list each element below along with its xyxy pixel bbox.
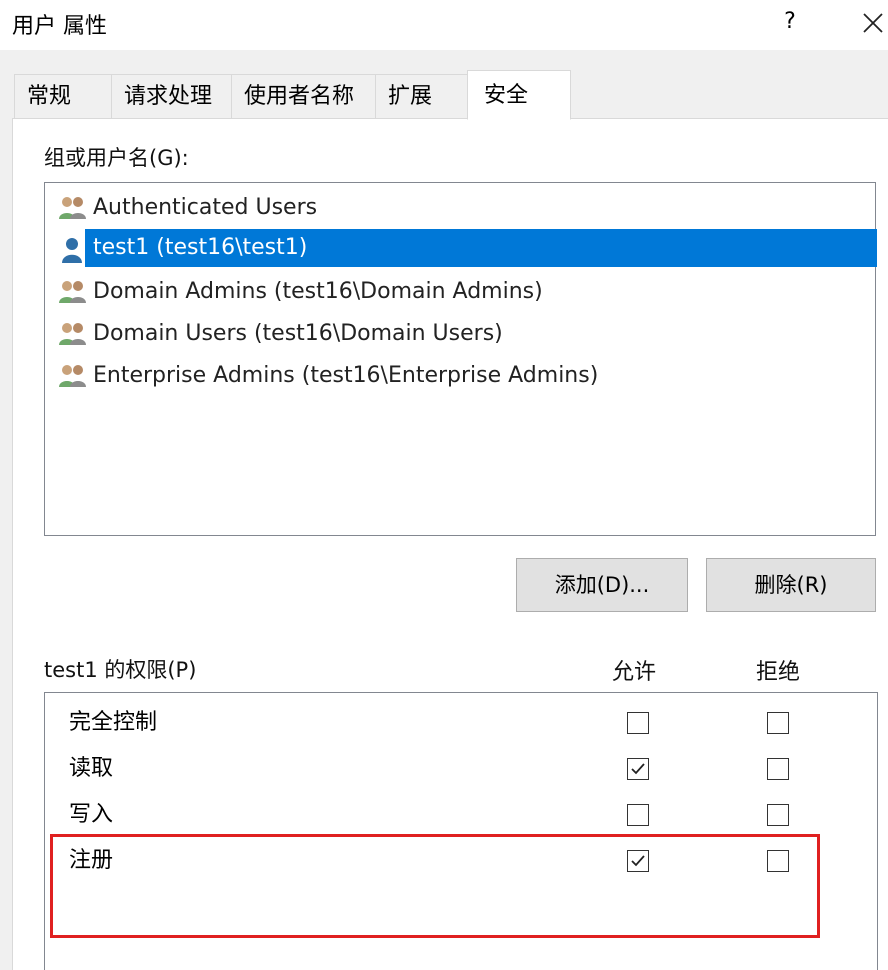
add-button[interactable]: 添加(D)... [516, 558, 688, 612]
remove-button[interactable]: 删除(R) [706, 558, 876, 612]
permission-name: 读取 [69, 756, 114, 781]
principals-listbox[interactable]: Authenticated Users test1 (test16\test1)… [44, 182, 877, 536]
list-item[interactable]: Authenticated Users [53, 189, 873, 227]
user-icon [62, 238, 82, 263]
highlight-box [50, 834, 820, 938]
allow-checkbox-read[interactable] [627, 758, 649, 780]
tab-general[interactable]: 常规 [14, 74, 112, 118]
tab-security[interactable]: 安全 [467, 70, 571, 120]
deny-checkbox-full-control[interactable] [767, 712, 789, 734]
deny-checkbox-write[interactable] [767, 804, 789, 826]
principal-name: test1 (test16\test1) [93, 235, 308, 260]
group-icon [59, 365, 86, 387]
allow-checkbox-write[interactable] [627, 804, 649, 826]
window-title: 用户 属性 [12, 14, 107, 39]
checkmark-icon [631, 763, 645, 775]
group-icon [59, 197, 86, 219]
principal-name: Enterprise Admins (test16\Enterprise Adm… [93, 363, 599, 388]
tab-request-handling[interactable]: 请求处理 [111, 74, 232, 118]
principal-name: Domain Admins (test16\Domain Admins) [93, 279, 543, 304]
permission-name: 写入 [69, 802, 114, 827]
group-icon [59, 323, 86, 345]
group-icon [59, 281, 86, 303]
permission-name: 完全控制 [69, 710, 158, 735]
list-item[interactable]: Enterprise Admins (test16\Enterprise Adm… [53, 357, 873, 395]
close-button[interactable] [852, 4, 888, 40]
list-item[interactable]: Domain Users (test16\Domain Users) [53, 315, 873, 353]
user-properties-dialog: 用户 属性 ? 常规 请求处理 使用者名称 扩展 安全 组或用户名(G): Au… [0, 0, 888, 970]
deny-column-header: 拒绝 [756, 660, 801, 685]
principal-name: Domain Users (test16\Domain Users) [93, 321, 503, 346]
tab-extensions[interactable]: 扩展 [375, 74, 468, 118]
allow-column-header: 允许 [612, 660, 657, 685]
close-icon [863, 13, 883, 33]
permissions-label: test1 的权限(P) [44, 658, 197, 682]
deny-checkbox-read[interactable] [767, 758, 789, 780]
help-button[interactable]: ? [770, 4, 810, 40]
tab-subject-name[interactable]: 使用者名称 [231, 74, 376, 118]
allow-checkbox-full-control[interactable] [627, 712, 649, 734]
group-or-user-names-label: 组或用户名(G): [44, 146, 189, 170]
principal-name: Authenticated Users [93, 195, 318, 220]
list-item[interactable]: Domain Admins (test16\Domain Admins) [53, 273, 873, 311]
title-bar: 用户 属性 ? [0, 0, 888, 50]
list-item-selected[interactable]: test1 (test16\test1) [85, 229, 877, 267]
